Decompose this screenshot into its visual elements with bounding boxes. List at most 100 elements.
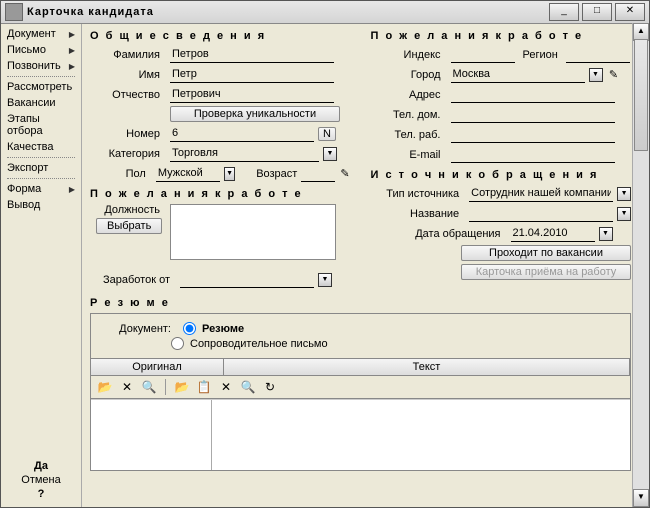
menu-dokument[interactable]: Документ▶	[1, 26, 81, 42]
open-icon[interactable]: 📂	[97, 379, 113, 395]
preview-icon[interactable]: 🔍	[240, 379, 256, 395]
section-jobwish: П о ж е л а н и я к р а б о т е	[90, 188, 351, 200]
scrollbar[interactable]: ▲ ▼	[632, 23, 649, 507]
region-label: Регион	[519, 49, 562, 61]
arrow-icon: ▶	[69, 46, 75, 55]
work-phone-input[interactable]	[451, 126, 615, 143]
source-type-input[interactable]	[469, 185, 613, 202]
category-label: Категория	[90, 148, 166, 160]
grid-header: Оригинал Текст	[91, 358, 630, 376]
preview-icon[interactable]: 🔍	[141, 379, 157, 395]
arrow-icon: ▶	[69, 30, 75, 39]
yes-button[interactable]: Да	[1, 459, 81, 473]
position-input[interactable]	[170, 204, 336, 260]
address-label: Адрес	[371, 89, 447, 101]
home-phone-input[interactable]	[451, 106, 615, 123]
middlename-input[interactable]	[170, 86, 334, 103]
category-input[interactable]	[170, 145, 319, 162]
resume-panel: Документ:Резюме Сопроводительное письмо …	[90, 313, 631, 471]
email-input[interactable]	[451, 146, 615, 163]
sidebar-bottom: Да Отмена ?	[1, 459, 81, 501]
dropdown-icon[interactable]: ▼	[599, 227, 613, 241]
address-input[interactable]	[451, 86, 615, 103]
separator	[7, 157, 75, 158]
separator	[165, 379, 166, 395]
paste-icon[interactable]: 📋	[196, 379, 212, 395]
lastname-input[interactable]	[170, 46, 334, 63]
menu-kachestva[interactable]: Качества	[1, 139, 81, 155]
maximize-button[interactable]: □	[582, 3, 612, 21]
close-button[interactable]: ✕	[615, 3, 645, 21]
radio-cover-label: Сопроводительное письмо	[190, 338, 328, 350]
menu-export[interactable]: Экспорт	[1, 160, 81, 176]
vacancy-button[interactable]: Проходит по вакансии	[461, 245, 631, 261]
menu-etapy[interactable]: Этапы отбора	[1, 111, 81, 139]
toolbar: 📂 ✕ 🔍 📂 📋 ✕ 🔍 ↻	[91, 376, 630, 399]
delete-icon[interactable]: ✕	[218, 379, 234, 395]
sidebar: Документ▶ Письмо▶ Позвонить▶ Рассмотреть…	[1, 24, 82, 507]
scroll-down-icon[interactable]: ▼	[633, 489, 649, 507]
date-label: Дата обращения	[371, 228, 507, 240]
section-source: И с т о ч н и к о б р а щ е н и я	[371, 169, 632, 181]
home-phone-label: Тел. дом.	[371, 109, 447, 121]
dropdown-icon[interactable]: ▼	[224, 167, 236, 181]
salary-input[interactable]	[180, 271, 314, 288]
col-text: Текст	[224, 359, 630, 375]
source-name-input[interactable]	[469, 205, 613, 222]
firstname-input[interactable]	[170, 66, 334, 83]
age-label: Возраст	[256, 168, 297, 180]
date-input[interactable]	[511, 225, 595, 242]
menu-vyvod[interactable]: Вывод	[1, 197, 81, 213]
minimize-button[interactable]: _	[549, 3, 579, 21]
sex-label: Пол	[90, 168, 152, 180]
source-name-label: Название	[371, 208, 466, 220]
index-input[interactable]	[451, 46, 515, 63]
section-wishes: П о ж е л а н и я к р а б о т е	[371, 30, 632, 42]
separator	[7, 76, 75, 77]
grid-body[interactable]	[91, 399, 630, 470]
content-area: О б щ и е с в е д е н и я Фамилия Имя От…	[82, 24, 649, 507]
pencil-icon[interactable]: ✎	[607, 68, 621, 82]
radio-cover[interactable]	[171, 337, 184, 350]
region-input[interactable]	[566, 46, 630, 63]
cancel-button[interactable]: Отмена	[1, 473, 81, 487]
arrow-icon: ▶	[69, 185, 75, 194]
position-label: Должность	[90, 204, 166, 216]
menu-pismo[interactable]: Письмо▶	[1, 42, 81, 58]
window-title: Карточка кандидата	[27, 6, 549, 18]
menu-vakansii[interactable]: Вакансии	[1, 95, 81, 111]
index-label: Индекс	[371, 49, 447, 61]
dropdown-icon[interactable]: ▼	[323, 147, 337, 161]
menu-pozvonit[interactable]: Позвонить▶	[1, 58, 81, 74]
dropdown-icon[interactable]: ▼	[589, 68, 603, 82]
dropdown-icon[interactable]: ▼	[617, 187, 631, 201]
email-label: E-mail	[371, 149, 447, 161]
check-uniqueness-button[interactable]: Проверка уникальности	[170, 106, 340, 122]
city-input[interactable]	[451, 66, 585, 83]
middlename-label: Отчество	[90, 89, 166, 101]
dropdown-icon[interactable]: ▼	[617, 207, 631, 221]
delete-icon[interactable]: ✕	[119, 379, 135, 395]
radio-resume[interactable]	[183, 322, 196, 335]
doc-label: Документ:	[111, 323, 179, 335]
salary-label: Заработок от	[90, 274, 176, 286]
select-button[interactable]: Выбрать	[96, 218, 162, 234]
open-icon[interactable]: 📂	[174, 379, 190, 395]
number-input[interactable]	[170, 125, 314, 142]
age-input[interactable]	[301, 165, 335, 182]
pencil-icon[interactable]: ✎	[339, 167, 350, 181]
work-phone-label: Тел. раб.	[371, 129, 447, 141]
dropdown-icon[interactable]: ▼	[318, 273, 332, 287]
sex-input[interactable]	[156, 165, 220, 182]
scroll-thumb[interactable]	[634, 39, 648, 151]
menu-forma[interactable]: Форма▶	[1, 181, 81, 197]
number-label: Номер	[90, 128, 166, 140]
hiring-card-button: Карточка приёма на работу	[461, 264, 631, 280]
firstname-label: Имя	[90, 69, 166, 81]
source-type-label: Тип источника	[371, 188, 466, 200]
refresh-icon[interactable]: ↻	[262, 379, 278, 395]
arrow-icon: ▶	[69, 62, 75, 71]
menu-rassmotret[interactable]: Рассмотреть	[1, 79, 81, 95]
help-button[interactable]: ?	[1, 487, 81, 501]
n-button[interactable]: N	[318, 127, 336, 141]
